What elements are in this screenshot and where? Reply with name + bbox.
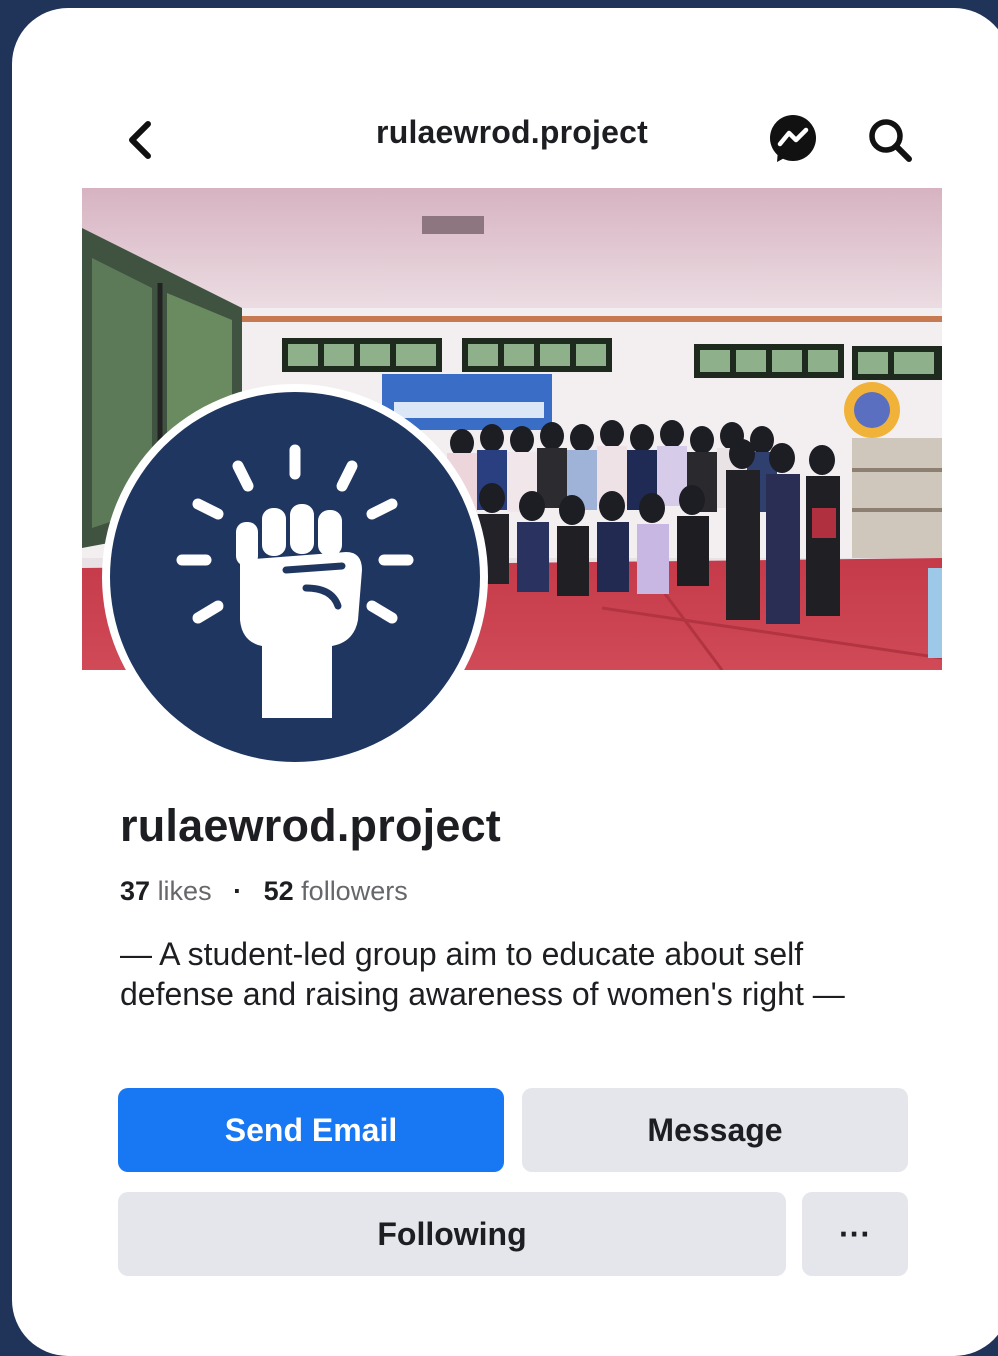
following-button[interactable]: Following xyxy=(118,1192,786,1276)
page-name: rulaewrod.project xyxy=(120,800,501,851)
back-chevron-icon[interactable] xyxy=(120,116,160,164)
followers-label: followers xyxy=(301,876,408,906)
followers-count: 52 xyxy=(263,876,294,906)
search-icon[interactable] xyxy=(866,116,914,164)
raised-fist-logo-icon xyxy=(176,444,414,718)
page-bio: — A student-led group aim to educate abo… xyxy=(120,936,845,1012)
more-options-button[interactable]: ··· xyxy=(802,1192,908,1276)
page-stats: 37 likes · 52 followers xyxy=(120,876,408,907)
header-title: rulaewrod.project xyxy=(376,114,648,150)
profile-avatar[interactable] xyxy=(102,384,488,770)
stats-separator: · xyxy=(233,876,243,906)
likes-label: likes xyxy=(157,876,212,906)
profile-screen: rulaewrod.project rulaewrod.project 37 l… xyxy=(12,8,998,1356)
message-button[interactable]: Message xyxy=(522,1088,908,1172)
likes-count: 37 xyxy=(120,876,151,906)
messenger-icon[interactable] xyxy=(766,112,820,166)
send-email-button[interactable]: Send Email xyxy=(118,1088,504,1172)
